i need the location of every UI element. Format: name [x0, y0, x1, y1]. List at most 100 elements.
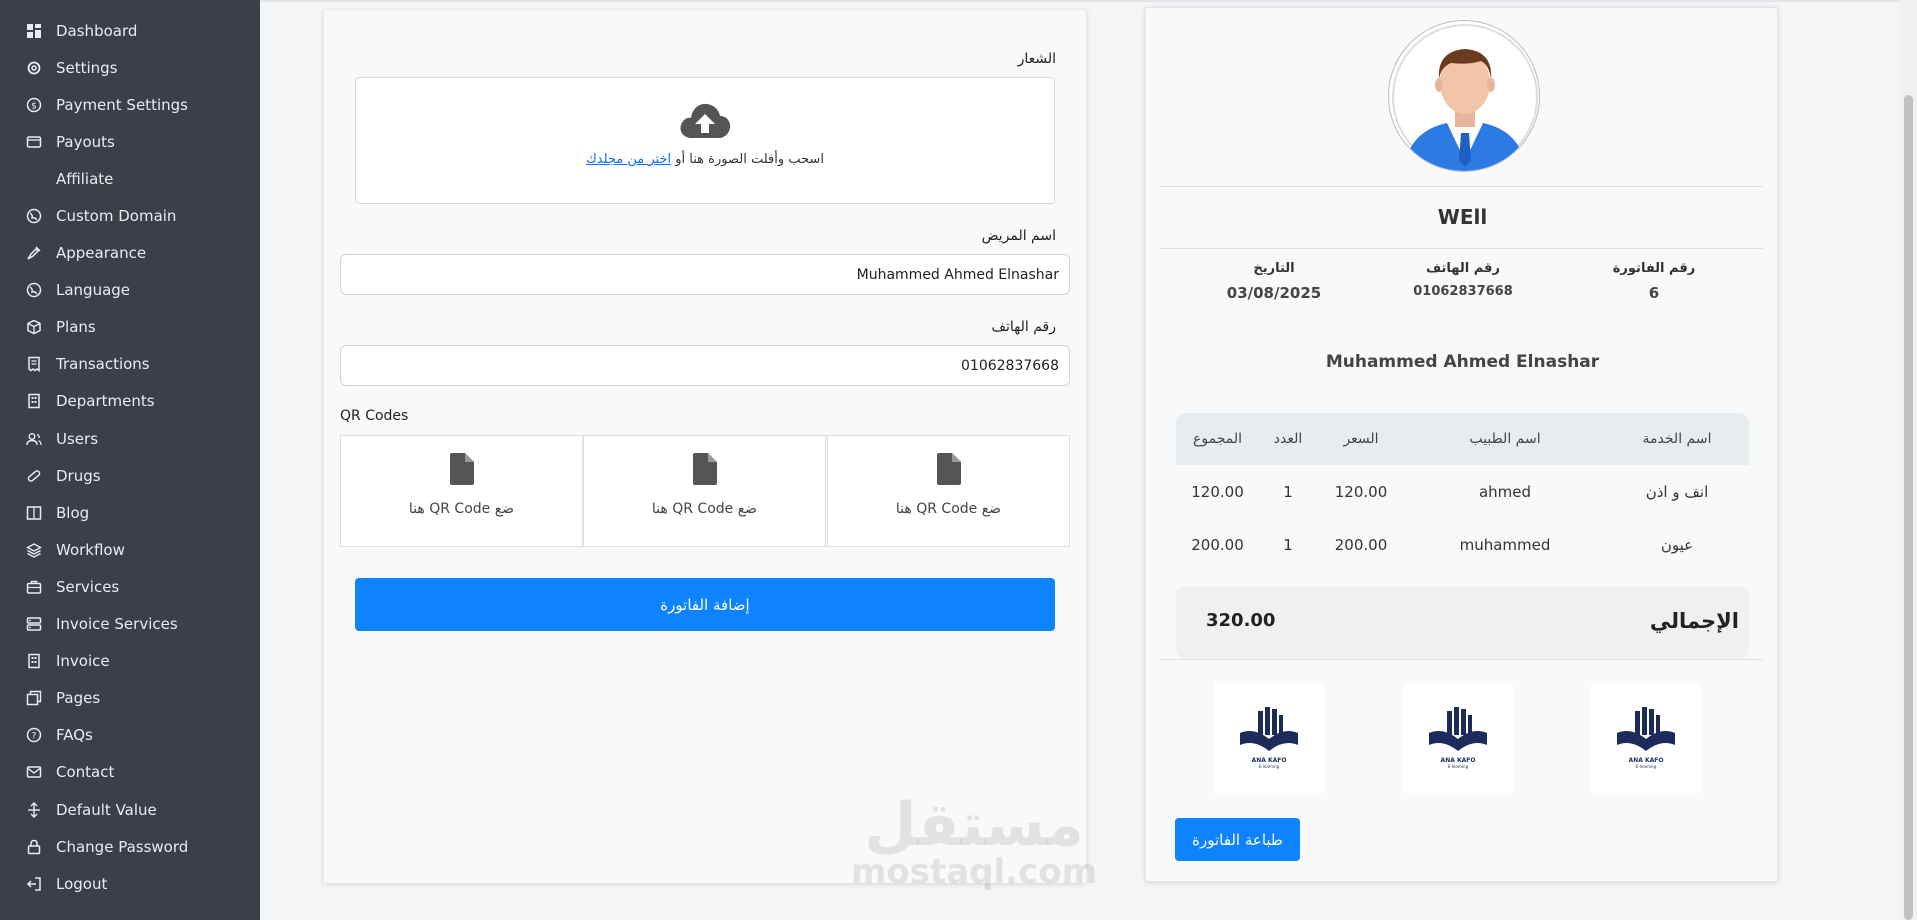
logo-label: الشعار — [1017, 51, 1056, 67]
cell-service: انف و اذن — [1645, 482, 1709, 501]
ana-kafo-logo-icon — [1617, 707, 1675, 751]
invoice-phone-value: 01062837668 — [1413, 284, 1513, 299]
qr-code-slot-text: ضع QR Code هنا — [895, 501, 1002, 517]
sidebar-item-affiliate[interactable]: Affiliate — [0, 160, 260, 197]
cell-price: 120.00 — [1334, 482, 1388, 501]
cell-subtotal: 120.00 — [1191, 482, 1244, 501]
qr-logo-image-3: ANA KAFO E-learning — [1214, 683, 1324, 793]
add-invoice-button[interactable]: إضافة الفاتورة — [355, 578, 1055, 631]
sidebar-item-settings[interactable]: Settings — [0, 49, 260, 86]
watermark-arabic: مستقل — [864, 790, 1084, 860]
wallet-icon — [25, 133, 43, 151]
sidebar-item-users[interactable]: Users — [0, 420, 260, 457]
sidebar-item-label: Users — [56, 429, 99, 448]
sidebar-item-label: Drugs — [56, 466, 101, 485]
sidebar-item-label: Invoice Services — [56, 615, 178, 634]
sidebar-item-payment-settings[interactable]: $ Payment Settings — [0, 86, 260, 123]
svg-text:?: ? — [32, 732, 37, 742]
logo-dropzone[interactable]: اسحب وأفلت الصورة هنا أو اختر من مجلدك — [355, 77, 1055, 204]
sidebar-item-services[interactable]: Services — [0, 568, 260, 605]
sidebar: Dashboard Settings $ Payment Settings Payout… — [0, 0, 260, 920]
sidebar-item-plans[interactable]: Plans — [0, 309, 260, 346]
ana-kafo-logo-icon — [1429, 707, 1487, 751]
sidebar-item-invoice[interactable]: Invoice — [0, 643, 260, 680]
building-icon — [25, 392, 43, 410]
total-row: الإجمالي 320.00 — [1176, 586, 1749, 659]
sidebar-item-label: Settings — [56, 58, 118, 77]
scrollbar-thumb[interactable] — [1904, 95, 1913, 920]
receipt-icon — [25, 355, 43, 373]
qr-codes-label: QR Codes — [340, 408, 409, 424]
qr-code-slot-1[interactable]: ضع QR Code هنا — [827, 435, 1070, 547]
logo-tagline: E-learning — [1258, 764, 1280, 769]
sidebar-item-label: Transactions — [56, 355, 150, 374]
sidebar-item-invoice-services[interactable]: Invoice Services — [0, 606, 260, 643]
table-row: عيون muhammed 200.00 1 200.00 — [1176, 518, 1749, 571]
total-value: 320.00 — [1206, 610, 1276, 631]
sidebar-item-custom-domain[interactable]: Custom Domain — [0, 197, 260, 234]
header-quantity: العدد — [1259, 413, 1317, 465]
qr-code-slot-text: ضع QR Code هنا — [408, 501, 515, 517]
invoice-patient-name: Muhammed Ahmed Elnashar — [1325, 352, 1600, 372]
watermark: مستقل mostaql.com — [844, 795, 1104, 889]
server-icon — [25, 615, 43, 633]
sidebar-item-label: Custom Domain — [56, 207, 177, 226]
sidebar-item-label: Dashboard — [56, 21, 138, 40]
invoice-form-card: الشعار اسحب وأفلت الصورة هنا أو اختر من … — [324, 10, 1097, 889]
cell-doctor: ahmed — [1478, 482, 1532, 501]
total-label: الإجمالي — [1649, 609, 1739, 633]
page-scrollbar[interactable] — [1900, 0, 1917, 920]
print-invoice-button[interactable]: طباعة الفاتورة — [1175, 818, 1300, 861]
choose-folder-link[interactable]: اختر من مجلدك — [586, 152, 671, 167]
split-icon — [25, 801, 43, 819]
clinic-name: WEll — [1437, 205, 1488, 229]
sidebar-item-label: Pages — [56, 689, 101, 708]
invoice-number-label: رقم الفاتورة — [1612, 261, 1696, 276]
sidebar-item-workflow[interactable]: Workflow — [0, 531, 260, 568]
sidebar-item-label: Change Password — [56, 837, 189, 856]
qr-code-slot-3[interactable]: ضع QR Code هنا — [340, 435, 583, 547]
sidebar-item-transactions[interactable]: Transactions — [0, 346, 260, 383]
sidebar-item-faqs[interactable]: ? FAQs — [0, 717, 260, 754]
patient-name-label: اسم المريض — [981, 228, 1056, 244]
watermark-latin: mostaql.com — [850, 852, 1098, 892]
sidebar-item-label: Blog — [56, 503, 90, 522]
sidebar-item-departments[interactable]: Departments — [0, 383, 260, 420]
qr-code-slot-2[interactable]: ضع QR Code هنا — [583, 435, 826, 547]
sidebar-item-dashboard[interactable]: Dashboard — [0, 12, 260, 49]
phone-input[interactable] — [340, 345, 1070, 386]
dashboard-icon — [25, 22, 43, 40]
brush-icon — [25, 244, 43, 262]
sidebar-item-default-value[interactable]: Default Value — [0, 791, 260, 828]
sidebar-item-blog[interactable]: Blog — [0, 494, 260, 531]
date-value: 03/08/2025 — [1226, 284, 1322, 302]
dropzone-text: اسحب وأفلت الصورة هنا أو — [675, 152, 824, 167]
sidebar-item-contact[interactable]: Contact — [0, 754, 260, 791]
logo-tagline: E-learning — [1447, 764, 1469, 769]
sidebar-item-label: Payment Settings — [56, 95, 188, 114]
sidebar-item-label: Contact — [56, 763, 115, 782]
ana-kafo-logo-icon — [1240, 707, 1298, 751]
building-icon — [25, 652, 43, 670]
cell-doctor: muhammed — [1459, 535, 1551, 554]
cell-service: عيون — [1660, 535, 1694, 554]
sidebar-item-drugs[interactable]: Drugs — [0, 457, 260, 494]
sidebar-item-appearance[interactable]: Appearance — [0, 235, 260, 272]
globe-icon — [25, 281, 43, 299]
header-doctor-name: اسم الطبيب — [1405, 413, 1605, 465]
header-subtotal: المجموع — [1176, 413, 1259, 465]
pill-icon — [25, 467, 43, 485]
sidebar-item-language[interactable]: Language — [0, 272, 260, 309]
book-icon — [25, 504, 43, 522]
sidebar-item-label: Workflow — [56, 540, 125, 559]
patient-name-input[interactable] — [340, 254, 1070, 295]
layers-icon — [25, 541, 43, 559]
logo-tagline: E-learning — [1635, 764, 1657, 769]
phone-label: رقم الهاتف — [991, 319, 1056, 335]
globe-icon — [25, 207, 43, 225]
sidebar-item-payouts[interactable]: Payouts — [0, 123, 260, 160]
file-icon — [584, 453, 825, 489]
sidebar-item-change-password[interactable]: Change Password — [0, 828, 260, 865]
sidebar-item-pages[interactable]: Pages — [0, 680, 260, 717]
sidebar-item-logout[interactable]: Logout — [0, 865, 260, 902]
